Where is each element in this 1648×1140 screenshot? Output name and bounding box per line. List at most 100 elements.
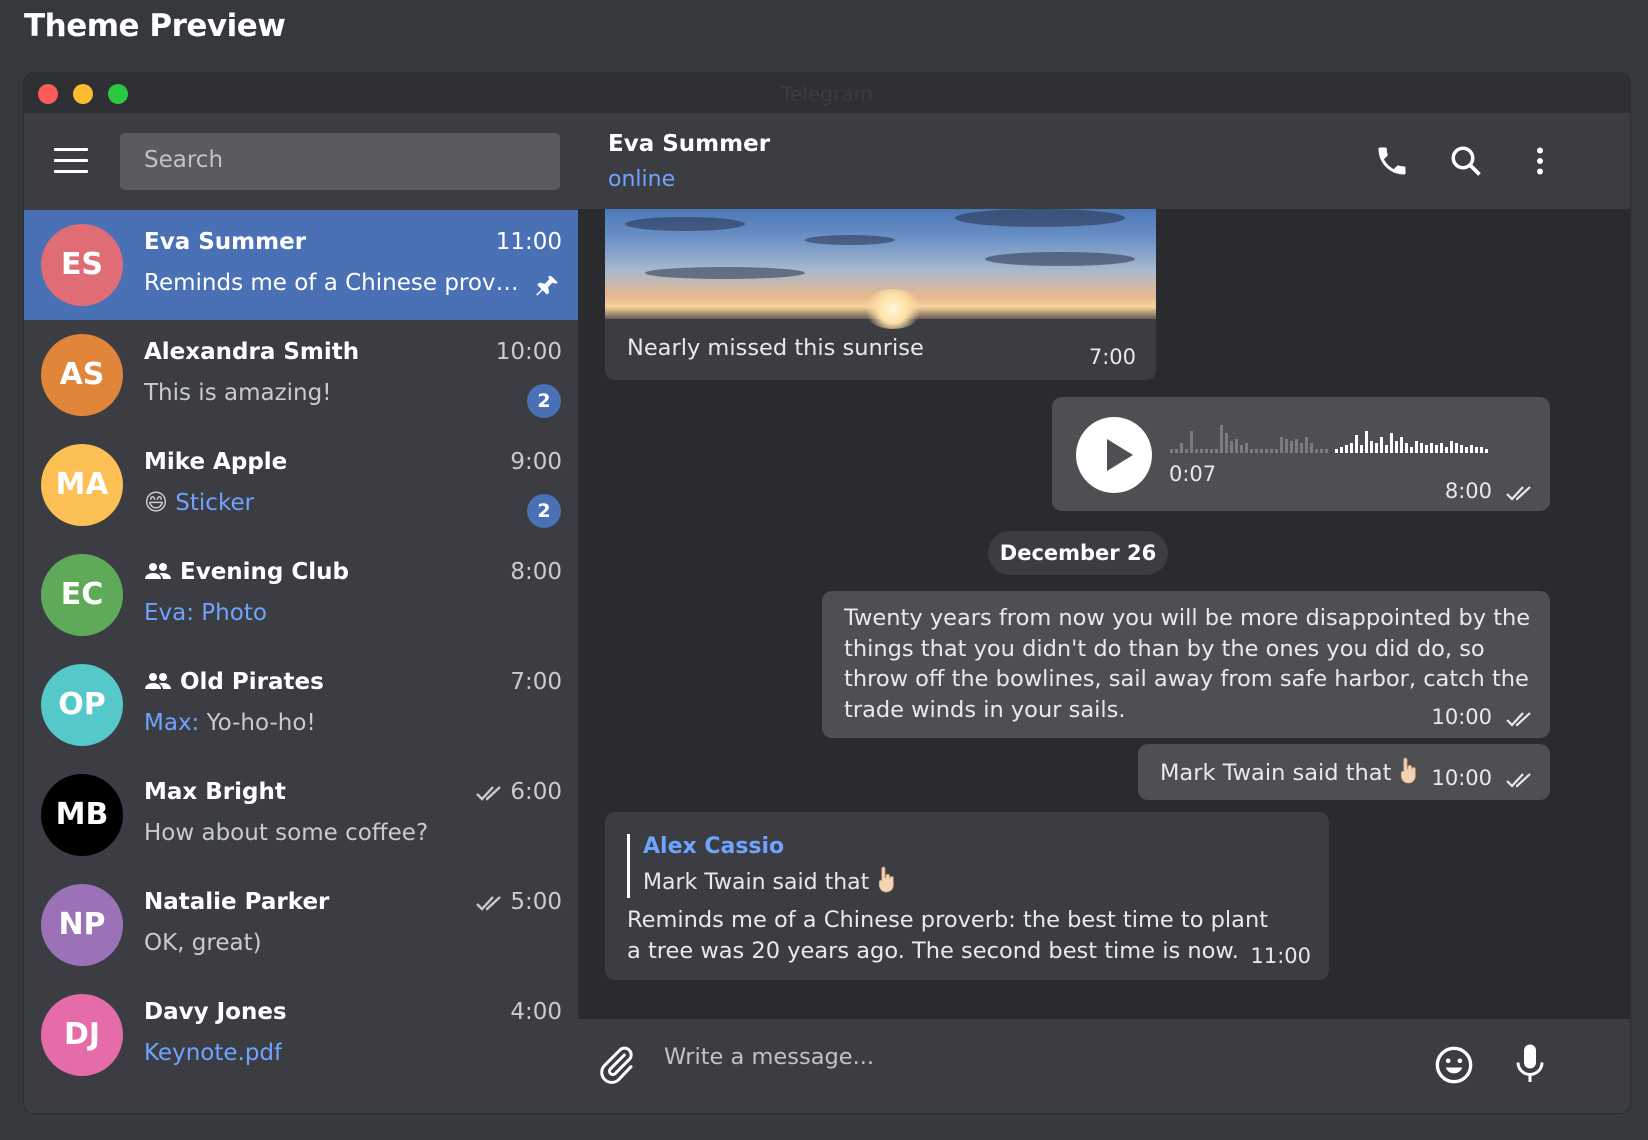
- chat-preview: Eva: Photo: [144, 600, 267, 626]
- chat-preview: How about some coffee?: [144, 820, 429, 846]
- chat-time: 9:00: [510, 449, 562, 475]
- play-icon[interactable]: [1076, 417, 1152, 493]
- chat-item-davy-jones[interactable]: DJ Davy Jones 4:00 Keynote.pdf: [24, 980, 578, 1090]
- avatar: EC: [41, 554, 123, 636]
- chat-time: 6:00: [476, 779, 562, 805]
- chat-name: Evening Club: [144, 559, 349, 585]
- message-text: Mark Twain said that: [1160, 756, 1419, 786]
- outgoing-message[interactable]: Mark Twain said that 10:00: [1138, 744, 1550, 800]
- photo-message[interactable]: Nearly missed this sunrise 7:00: [605, 209, 1156, 380]
- chat-item-eva-summer[interactable]: ES Eva Summer 11:00 Reminds me of a Chin…: [24, 210, 578, 320]
- window-titlebar: Telegram: [24, 73, 1630, 113]
- message-time: 7:00: [1088, 345, 1136, 369]
- photo-caption: Nearly missed this sunrise: [627, 335, 924, 361]
- message-time-text: 10:00: [1431, 766, 1492, 790]
- page-title: Theme Preview: [24, 8, 286, 44]
- unread-badge: 2: [527, 494, 561, 528]
- double-check-icon: [476, 786, 502, 801]
- chat-preview: 😄 Sticker: [144, 490, 254, 516]
- chat-time: 5:00: [476, 889, 562, 915]
- avatar: MB: [41, 774, 123, 856]
- outgoing-message[interactable]: Twenty years from now you will be more d…: [822, 591, 1550, 738]
- chat-name-text: Evening Club: [180, 559, 350, 585]
- avatar: OP: [41, 664, 123, 746]
- preview-sender: Max:: [144, 710, 200, 736]
- chat-name: Max Bright: [144, 779, 286, 805]
- chat-item-mike-apple[interactable]: MA Mike Apple 9:00 😄 Sticker 2: [24, 430, 578, 540]
- preview-text: Sticker: [175, 490, 255, 516]
- more-icon[interactable]: [1522, 143, 1558, 179]
- message-time: 8:00: [1445, 479, 1536, 503]
- search-icon[interactable]: [1448, 143, 1484, 179]
- chat-name: Natalie Parker: [144, 889, 330, 915]
- unread-badge: 2: [527, 384, 561, 418]
- chat-preview: Keynote.pdf: [144, 1040, 283, 1066]
- avatar: NP: [41, 884, 123, 966]
- chat-time: 8:00: [510, 559, 562, 585]
- chat-item-natalie-parker[interactable]: NP Natalie Parker 5:00 OK, great): [24, 870, 578, 980]
- message-time-text: 8:00: [1444, 479, 1492, 503]
- window-title: Telegram: [781, 82, 873, 106]
- paperclip-icon[interactable]: [596, 1043, 636, 1087]
- waveform[interactable]: [1170, 419, 1510, 455]
- group-icon: [145, 563, 171, 579]
- chat-time: 10:00: [495, 339, 562, 365]
- message-time-text: 10:00: [1431, 705, 1492, 729]
- chat-title[interactable]: Eva Summer: [608, 131, 770, 157]
- pin-icon: [536, 276, 558, 296]
- message-composer: Write a message...: [578, 1019, 1630, 1113]
- chat-preview: This is amazing!: [144, 380, 332, 406]
- chat-time: 11:00: [495, 229, 562, 255]
- double-check-icon: [476, 896, 502, 911]
- group-icon: [145, 673, 171, 689]
- search-placeholder: Search: [144, 147, 224, 173]
- chat-name: Alexandra Smith: [144, 339, 360, 365]
- reply-author[interactable]: Alex Cassio: [643, 834, 784, 859]
- chat-name: Eva Summer: [144, 229, 307, 255]
- reply-quoted-content: Mark Twain said that: [643, 870, 870, 895]
- emoji-icon[interactable]: [1434, 1045, 1474, 1085]
- double-check-icon: [1506, 486, 1531, 501]
- chat-time-text: 6:00: [510, 779, 562, 805]
- telegram-window: Telegram Search ES Eva Summer 11:00 Remi…: [24, 73, 1630, 1113]
- chat-name-text: Old Pirates: [180, 669, 324, 695]
- double-check-icon: [1506, 773, 1531, 788]
- chat-time: 7:00: [510, 669, 562, 695]
- message-time: 10:00: [1431, 766, 1536, 790]
- chat-item-old-pirates[interactable]: OP Old Pirates 7:00 Max: Yo-ho-ho!: [24, 650, 578, 760]
- reply-bar: [627, 834, 630, 898]
- chat-time: 4:00: [510, 999, 562, 1025]
- chat-item-evening-club[interactable]: EC Evening Club 8:00 Eva: Photo: [24, 540, 578, 650]
- menu-icon[interactable]: [54, 148, 88, 174]
- chat-item-alexandra-smith[interactable]: AS Alexandra Smith 10:00 This is amazing…: [24, 320, 578, 430]
- message-text-content: Mark Twain said that: [1160, 760, 1392, 786]
- incoming-reply-message[interactable]: Alex Cassio Mark Twain said that Reminds…: [605, 812, 1329, 980]
- avatar: AS: [41, 334, 123, 416]
- sticker-emoji-icon: 😄: [144, 490, 168, 516]
- chat-name: Davy Jones: [144, 999, 287, 1025]
- sidebar: Search ES Eva Summer 11:00 Reminds me of…: [24, 113, 578, 1113]
- chat-time-text: 5:00: [510, 889, 562, 915]
- avatar: MA: [41, 444, 123, 526]
- message-time: 10:00: [1431, 705, 1536, 729]
- avatar: DJ: [41, 994, 123, 1076]
- reply-quoted-text[interactable]: Mark Twain said that: [643, 865, 897, 895]
- chat-item-max-bright[interactable]: MB Max Bright 6:00 How about some coffee…: [24, 760, 578, 870]
- phone-icon[interactable]: [1374, 143, 1410, 179]
- message-time: 11:00: [1250, 944, 1311, 968]
- avatar: ES: [41, 224, 123, 306]
- sunrise-photo[interactable]: [605, 209, 1156, 329]
- chat-preview: OK, great): [144, 930, 262, 956]
- double-check-icon: [1506, 712, 1531, 727]
- chat-preview: Max: Yo-ho-ho!: [144, 710, 316, 736]
- chat-name: Old Pirates: [144, 669, 324, 695]
- chat-header: Eva Summer online: [578, 113, 1630, 209]
- microphone-icon[interactable]: [1512, 1041, 1548, 1087]
- message-list: Nearly missed this sunrise 7:00 0:07 8:0…: [578, 209, 1630, 999]
- search-input[interactable]: Search: [120, 133, 560, 190]
- chat-name: Mike Apple: [144, 449, 288, 475]
- message-input[interactable]: Write a message...: [664, 1044, 874, 1070]
- voice-duration: 0:07: [1169, 462, 1217, 486]
- chat-preview: Reminds me of a Chinese prover...: [144, 270, 524, 296]
- pointing-up-emoji-icon: [1401, 757, 1417, 784]
